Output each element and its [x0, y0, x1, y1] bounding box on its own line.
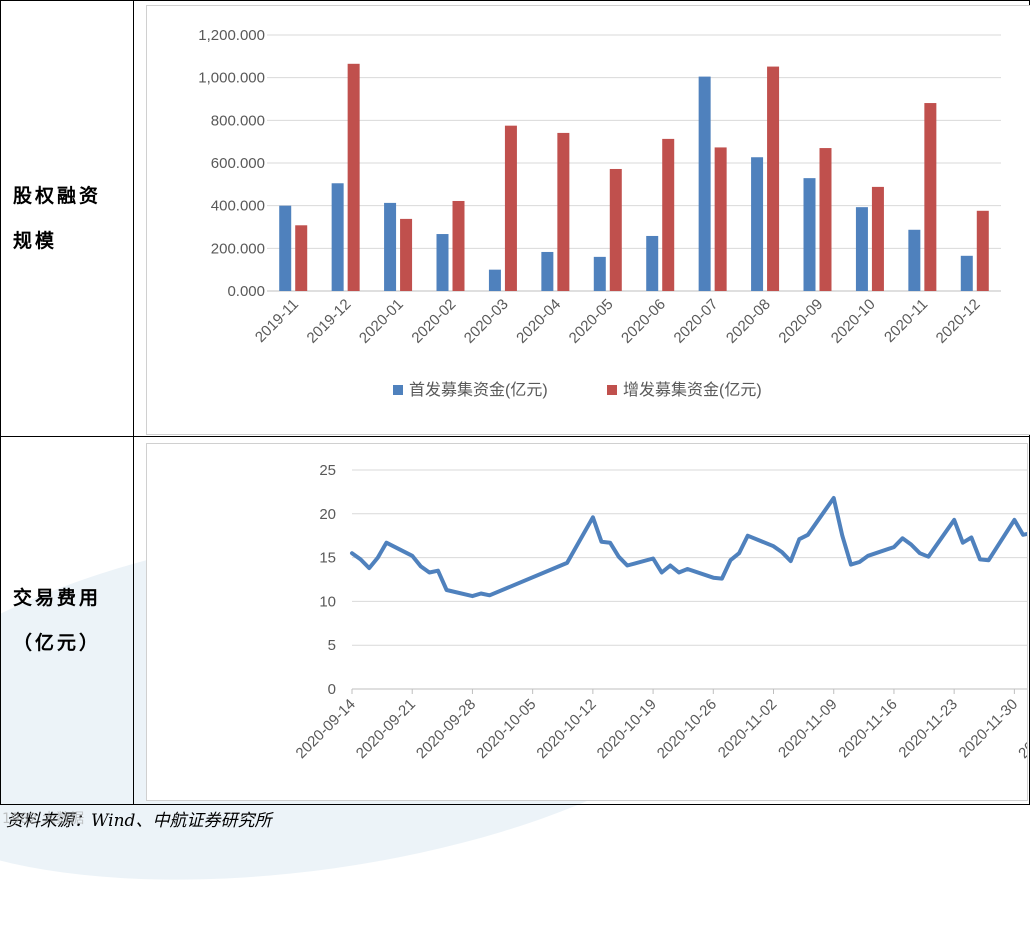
bar-seo: [295, 225, 308, 291]
bar-seo: [452, 200, 465, 291]
x-tick-label: 2020-09: [775, 296, 826, 347]
bar-ipo: [960, 255, 973, 291]
row-label-trading-fees: 交易费用 （亿元）: [0, 436, 134, 805]
bar-ipo: [803, 178, 816, 291]
y-tick-label: 400.000: [211, 198, 265, 215]
x-tick-label: 2020-05: [566, 296, 617, 347]
x-tick-label: 2020-09-14: [293, 696, 359, 762]
y-tick-label: 1,200.000: [198, 27, 265, 44]
bar-chart: 0.000 200.000 400.000 600.000 800.000 1,000.0…: [198, 27, 1001, 399]
x-tick-label: 2020-11-30: [956, 696, 1021, 761]
x-tick-label: 2020-02: [408, 296, 459, 347]
label-line-1: 股权融资: [13, 184, 102, 207]
legend-swatch-seo: [606, 385, 617, 395]
y-tick-label: 15: [319, 550, 336, 567]
source-watermark: 1982 大数据: [2, 811, 85, 827]
bar-ipo: [908, 229, 921, 291]
bar-seo: [819, 148, 832, 291]
y-tick-label: 600.000: [211, 155, 265, 172]
x-tick-label: 2020-10-12: [533, 696, 599, 762]
bar-seo: [504, 125, 517, 292]
y-tick-label: 25: [319, 462, 336, 479]
bar-seo: [662, 138, 675, 291]
x-tick-label: 2020-11-09: [775, 696, 840, 761]
x-tick-label: 2020-10: [828, 296, 879, 347]
bar-ipo: [331, 183, 344, 291]
y-tick-label: 0.000: [227, 283, 265, 300]
bar-ipo: [698, 76, 711, 291]
x-tick-label: 2020-12: [933, 296, 984, 347]
x-tick-label: 2020-11-16: [835, 696, 900, 761]
x-tick-label: 2020-09-28: [413, 696, 479, 762]
x-tick-label: 2019-12: [303, 296, 354, 347]
bar-seo: [871, 186, 884, 291]
bar-seo: [976, 210, 989, 291]
report-table: 股权融资 规模 0.000 200.000 400.000 600.000 800.00…: [0, 0, 1030, 805]
bar-ipo: [279, 205, 292, 291]
y-tick-label: 200.000: [211, 240, 265, 257]
x-tick-label: 2019-11: [252, 296, 302, 346]
bar-ipo: [593, 256, 606, 291]
bar-seo: [609, 168, 622, 291]
bar-chart-cell: 0.000 200.000 400.000 600.000 800.000 1,000.0…: [132, 0, 1030, 437]
x-tick-label: 2020-06: [618, 296, 669, 347]
bar-ipo: [541, 251, 554, 291]
trading-fee-line: [349, 496, 1030, 599]
x-tick-label: 2020-11: [881, 296, 931, 346]
label-line-2: 规模: [13, 229, 58, 252]
label-line-1: 交易费用: [13, 586, 102, 609]
y-tick-label: 20: [319, 506, 336, 523]
bar-ipo: [646, 235, 659, 291]
x-tick-label: 2020-04: [513, 296, 564, 347]
x-tick-label: 2020-10-05: [473, 696, 539, 762]
bar-ipo: [488, 269, 501, 291]
x-tick-label: 2020-01: [356, 296, 407, 347]
y-tick-label: 5: [328, 637, 336, 654]
bar-ipo: [384, 202, 397, 291]
bar-seo: [714, 147, 727, 291]
row-label-equity-financing: 股权融资 规模: [0, 0, 134, 437]
bar-seo: [347, 63, 360, 291]
y-tick-label: 10: [319, 593, 336, 610]
x-tick-label: 2020-07: [670, 296, 721, 347]
legend-swatch-ipo: [392, 385, 403, 395]
bar-ipo: [855, 207, 868, 291]
x-tick-label: 2020-11-23: [895, 696, 960, 761]
bar-seo: [924, 103, 937, 291]
line-chart: 0 5 10 15 20 25 2020-09-142020-09-212020-09-28…: [293, 462, 1030, 762]
x-tick-label: 2020-03: [461, 296, 512, 347]
x-tick-label: 2020-10-19: [594, 696, 660, 762]
y-tick-label: 1,000.000: [198, 70, 265, 87]
line-chart-cell: 0 5 10 15 20 25 2020-09-14 2020-09-21 2020-09-28…: [132, 436, 1030, 805]
bar-ipo: [436, 234, 449, 291]
x-tick-label: 2020-09-21: [353, 696, 419, 762]
legend-label-seo: 增发募集资金(亿元): [623, 381, 762, 399]
bar-ipo: [751, 157, 764, 291]
line-chart-area: 0 5 10 15 20 25 2020-09-14 2020-09-21 2020-09-28…: [145, 443, 1030, 801]
bar-seo: [557, 132, 570, 291]
x-tick-label: 2020-11-02: [715, 696, 780, 761]
y-tick-label: 800.000: [211, 112, 265, 129]
bar-seo: [767, 66, 780, 291]
bar-seo: [400, 218, 413, 291]
x-tick-label: 2020-08: [723, 296, 774, 347]
bar-chart-area: 0.000 200.000 400.000 600.000 800.000 1,000.0…: [145, 5, 1030, 435]
legend-label-ipo: 首发募集资金(亿元): [409, 381, 548, 399]
label-line-2: （亿元）: [13, 631, 102, 654]
y-tick-label: 0: [328, 681, 336, 698]
x-tick-label: 2020-10-26: [654, 696, 720, 762]
